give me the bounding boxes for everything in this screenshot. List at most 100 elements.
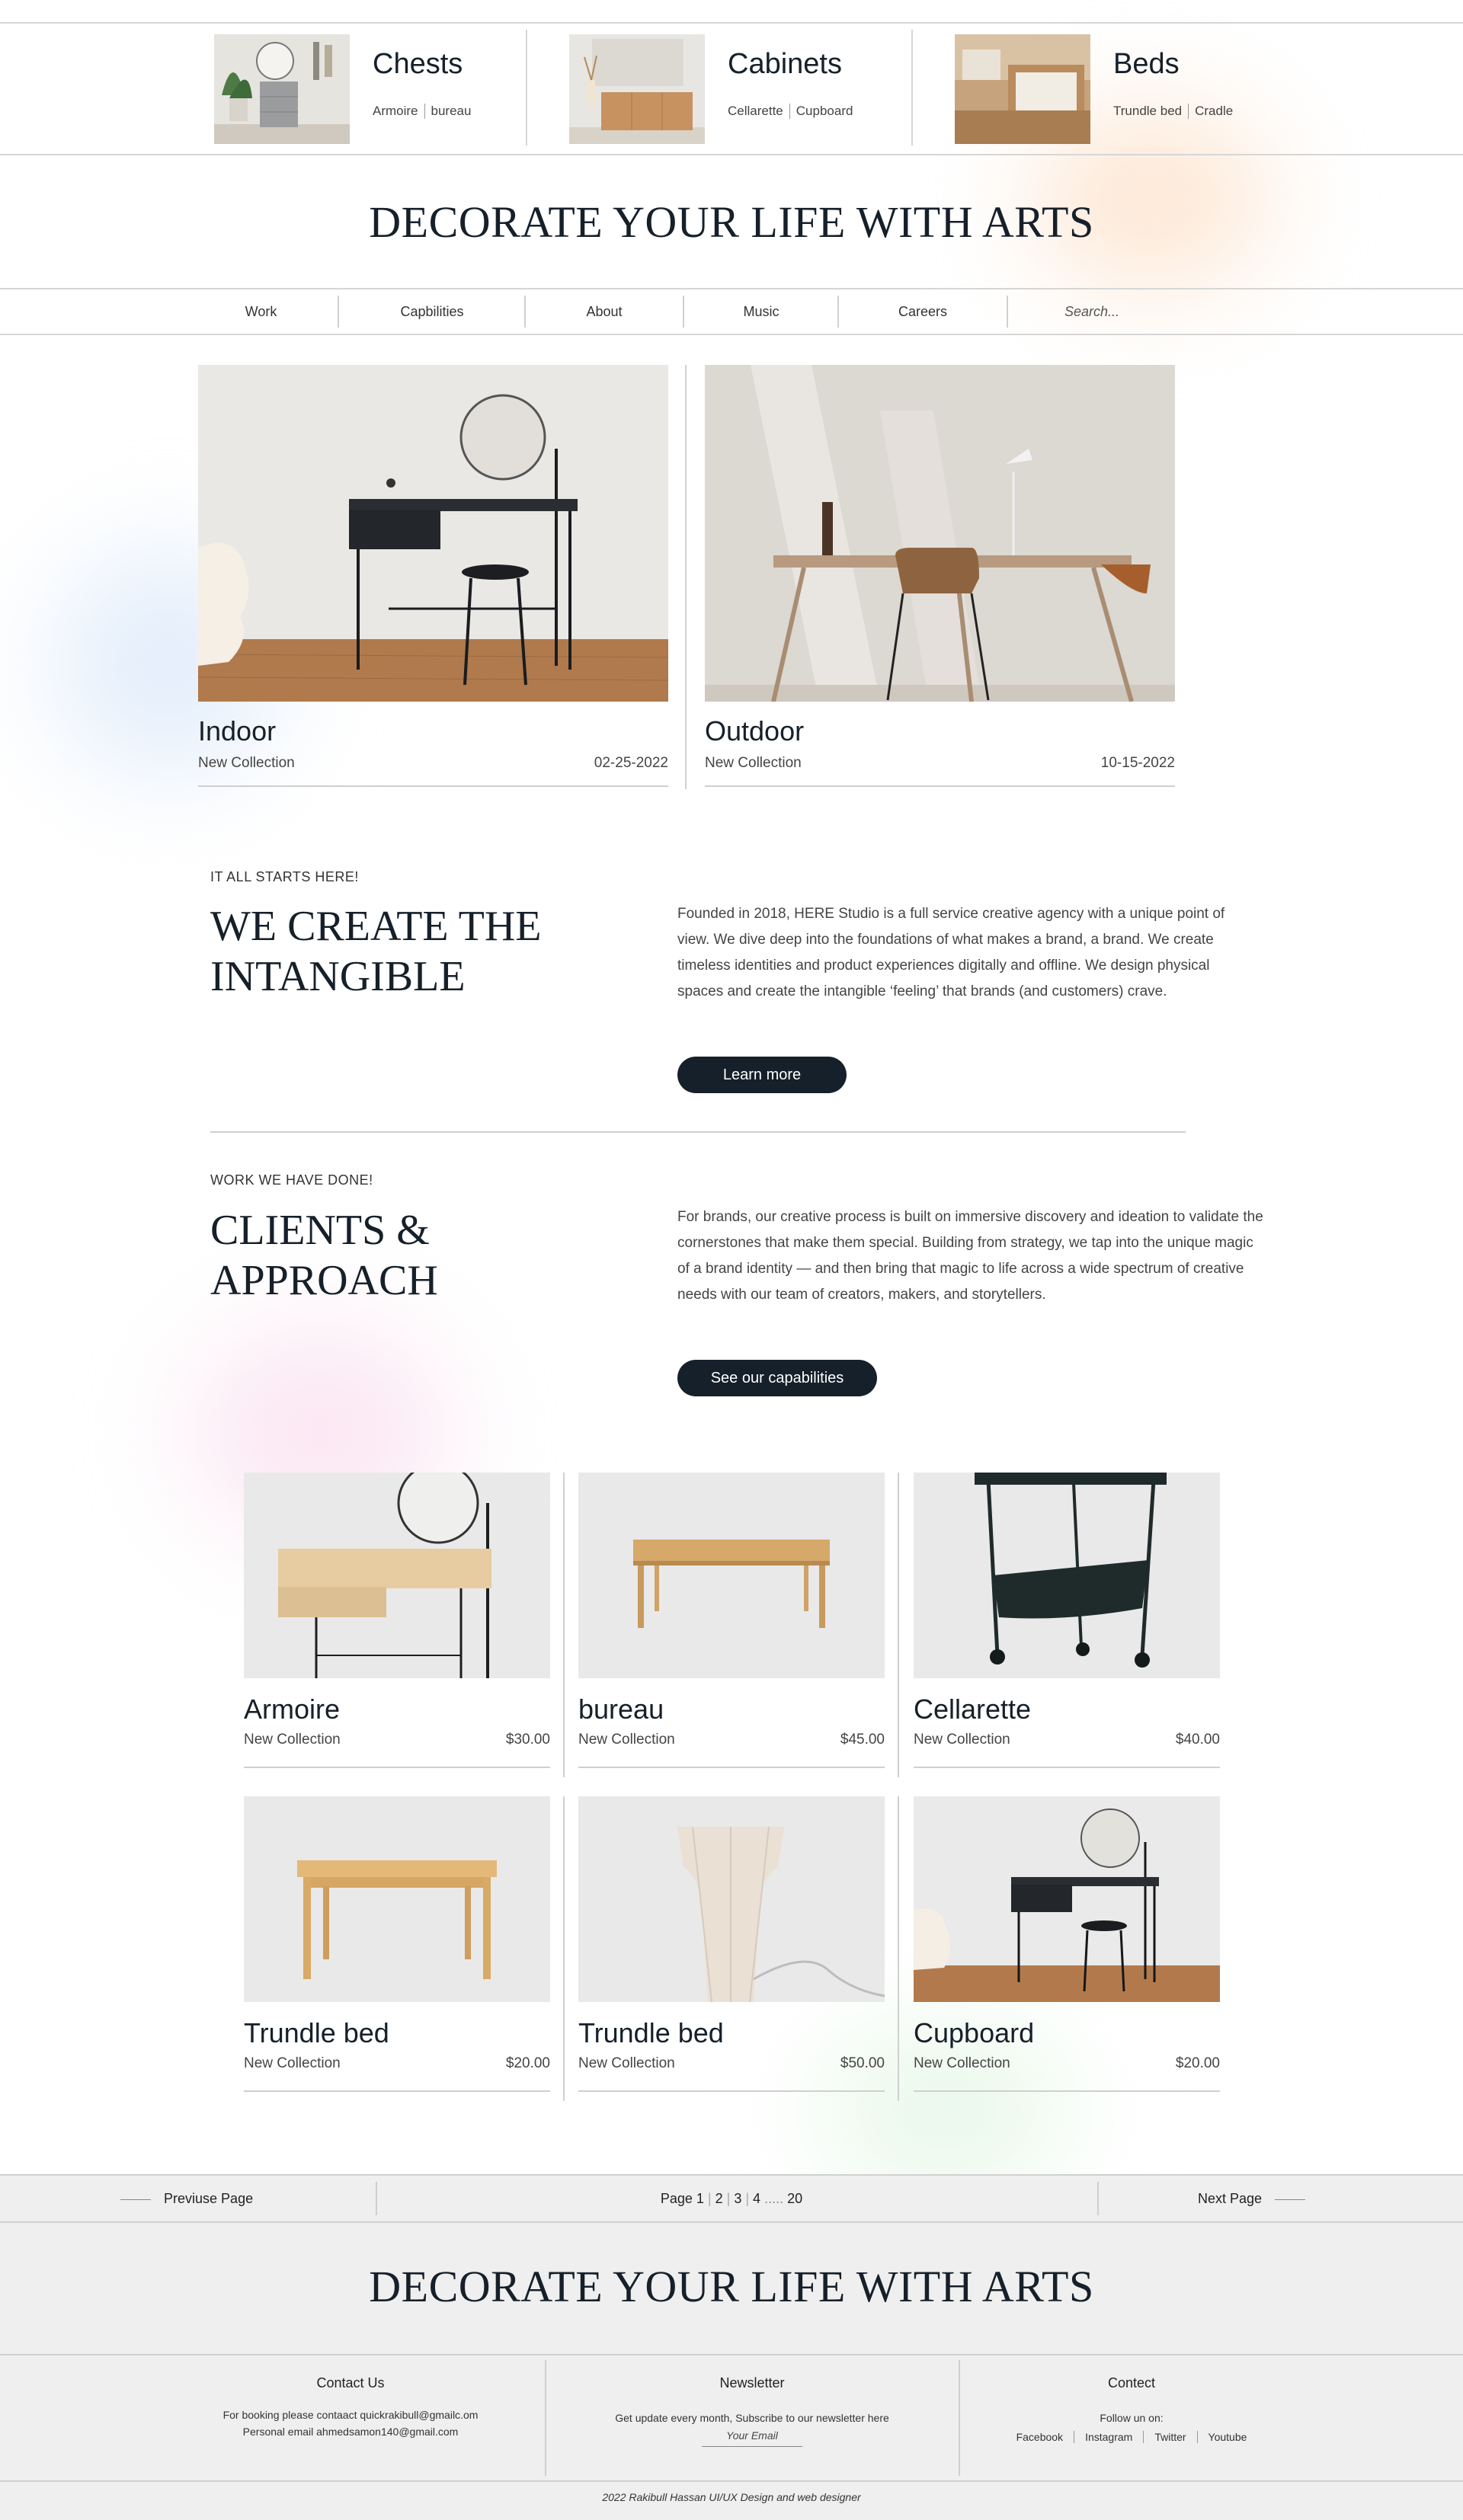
youtube-link[interactable]: Youtube xyxy=(1196,2431,1247,2443)
collection-label: New Collection xyxy=(244,2055,341,2071)
product-card-bureau[interactable]: bureau New Collection $45.00 xyxy=(578,1473,885,1768)
footer-credit: 2022 Rakibull Hassan UI/UX Design and we… xyxy=(602,2491,861,2503)
product-meta: New Collection $40.00 xyxy=(914,1732,1220,1768)
pager-divider xyxy=(376,2182,377,2215)
product-name: Trundle bed xyxy=(578,2017,724,2048)
pager-divider xyxy=(1097,2182,1099,2215)
product-photo xyxy=(244,1796,550,2002)
product-price: $40.00 xyxy=(1175,1732,1220,1748)
chests-thumbnail xyxy=(214,34,350,144)
product-meta: New Collection $45.00 xyxy=(578,1732,885,1768)
previous-page-label: Previuse Page xyxy=(164,2191,254,2206)
product-card-trundle-bed-2[interactable]: Trundle bed New Collection $50.00 xyxy=(578,1796,885,2092)
clients-title: CLIENTS & APPROACH xyxy=(210,1205,438,1306)
product-photo xyxy=(914,1796,1220,2002)
newsletter-text: Get update every month, Subscribe to our… xyxy=(615,2412,889,2424)
featured-meta: New Collection 10-15-2022 xyxy=(705,755,1175,787)
product-meta: New Collection $20.00 xyxy=(914,2055,1220,2092)
clients-text: For brands, our creative process is buil… xyxy=(677,1209,1263,1303)
page-link-2[interactable]: 2 xyxy=(715,2191,723,2206)
about-title: WE CREATE THE INTANGIBLE xyxy=(210,901,541,1002)
sub-link-cradle[interactable]: Cradle xyxy=(1188,104,1233,119)
category-subs: Trundle bed Cradle xyxy=(1113,104,1233,119)
cabinets-thumbnail xyxy=(569,34,705,144)
footer-title: DECORATE YOUR LIFE WITH ARTS xyxy=(369,2262,1094,2311)
product-card-armoire[interactable]: Armoire New Collection $30.00 xyxy=(244,1473,550,1768)
product-divider xyxy=(563,1473,565,1777)
category-beds[interactable]: Beds Trundle bed Cradle xyxy=(955,34,1233,144)
main-nav: Work Capbilities About Music Careers Sea… xyxy=(0,288,1463,335)
section-divider xyxy=(210,1131,1186,1133)
product-name: Cellarette xyxy=(914,1693,1032,1725)
product-photo xyxy=(578,1796,885,2002)
product-card-cupboard[interactable]: Cupboard New Collection $20.00 xyxy=(914,1796,1220,2092)
footer-columns: Contact Us For booking please contaact q… xyxy=(0,2354,1463,2482)
featured-divider xyxy=(685,365,687,789)
collection-label: New Collection xyxy=(578,2055,675,2071)
product-card-trundle-bed[interactable]: Trundle bed New Collection $20.00 xyxy=(244,1796,550,2092)
twitter-link[interactable]: Twitter xyxy=(1143,2431,1186,2443)
indoor-photo xyxy=(198,365,668,702)
product-meta: New Collection $50.00 xyxy=(578,2055,885,2092)
product-card-cellarette[interactable]: Cellarette New Collection $40.00 xyxy=(914,1473,1220,1768)
product-price: $20.00 xyxy=(505,2055,550,2071)
about-title-line: INTANGIBLE xyxy=(210,953,466,1000)
product-name: Armoire xyxy=(244,1693,341,1725)
facebook-link[interactable]: Facebook xyxy=(1016,2431,1063,2443)
page-title: DECORATE YOUR LIFE WITH ARTS xyxy=(369,197,1094,247)
nav-item-capabilities[interactable]: Capbilities xyxy=(339,289,525,334)
search-input[interactable]: Search... xyxy=(1054,289,1282,334)
page-link-4[interactable]: 4 xyxy=(753,2191,760,2206)
product-divider xyxy=(563,1796,565,2101)
nav-item-work[interactable]: Work xyxy=(183,289,339,334)
category-cabinets[interactable]: Cabinets Cellarette Cupboard xyxy=(569,34,853,144)
arrow-right-icon xyxy=(1275,2199,1306,2200)
sub-link-cupboard[interactable]: Cupboard xyxy=(789,104,853,119)
sub-link-trundle-bed[interactable]: Trundle bed xyxy=(1113,104,1182,119)
featured-date: 02-25-2022 xyxy=(594,755,668,771)
category-strip: Chests Armoire bureau Cabinets Cellarett… xyxy=(0,22,1463,155)
featured-date: 10-15-2022 xyxy=(1100,755,1175,771)
next-page-link[interactable]: Next Page xyxy=(1198,2176,1306,2221)
clients-title-line: CLIENTS & xyxy=(210,1207,430,1254)
category-chests[interactable]: Chests Armoire bureau xyxy=(214,34,471,144)
clients-title-line: APPROACH xyxy=(210,1257,438,1304)
category-subs: Cellarette Cupboard xyxy=(728,104,853,119)
beds-thumbnail xyxy=(955,34,1090,144)
previous-page-link[interactable]: Previuse Page xyxy=(120,2176,253,2221)
collection-label: New Collection xyxy=(705,755,802,771)
arrow-left-icon xyxy=(120,2199,151,2200)
social-links: Facebook Instagram Twitter Youtube xyxy=(960,2431,1303,2443)
newsletter-email-input[interactable]: Your Email xyxy=(702,2429,802,2447)
nav-item-music[interactable]: Music xyxy=(684,289,838,334)
about-eyebrow: IT ALL STARTS HERE! xyxy=(210,869,359,884)
learn-more-button[interactable]: Learn more xyxy=(677,1057,847,1093)
sub-link-bureau[interactable]: bureau xyxy=(424,104,471,119)
outdoor-photo xyxy=(705,365,1175,702)
nav-item-about[interactable]: About xyxy=(526,289,683,334)
product-photo xyxy=(914,1473,1220,1678)
category-title: Chests xyxy=(373,48,463,80)
footer-contact-title: Contact Us xyxy=(316,2375,385,2390)
product-photo xyxy=(578,1473,885,1678)
page-link-3[interactable]: 3 xyxy=(734,2191,741,2206)
capabilities-button[interactable]: See our capabilities xyxy=(677,1360,877,1396)
about-text: Founded in 2018, HERE Studio is a full s… xyxy=(677,906,1225,999)
page-link-20[interactable]: 20 xyxy=(787,2191,802,2206)
footer-contact: Contact Us For booking please contaact q… xyxy=(183,2355,518,2480)
product-name: bureau xyxy=(578,1693,664,1725)
follow-label: Follow un on: xyxy=(1100,2412,1164,2424)
sub-link-cellarette[interactable]: Cellarette xyxy=(728,104,783,119)
collection-label: New Collection xyxy=(244,1732,341,1748)
featured-card-indoor[interactable]: Indoor New Collection 02-25-2022 xyxy=(198,365,668,787)
nav-item-careers[interactable]: Careers xyxy=(839,289,1007,334)
instagram-link[interactable]: Instagram xyxy=(1074,2431,1132,2443)
sub-link-armoire[interactable]: Armoire xyxy=(373,104,418,119)
collection-label: New Collection xyxy=(578,1732,675,1748)
product-name: Cupboard xyxy=(914,2017,1035,2048)
featured-card-outdoor[interactable]: Outdoor New Collection 10-15-2022 xyxy=(705,365,1175,787)
product-price: $20.00 xyxy=(1175,2055,1220,2071)
featured-title: Indoor xyxy=(198,715,277,747)
product-photo xyxy=(244,1473,550,1678)
current-page-label[interactable]: Page 1 xyxy=(661,2191,704,2206)
